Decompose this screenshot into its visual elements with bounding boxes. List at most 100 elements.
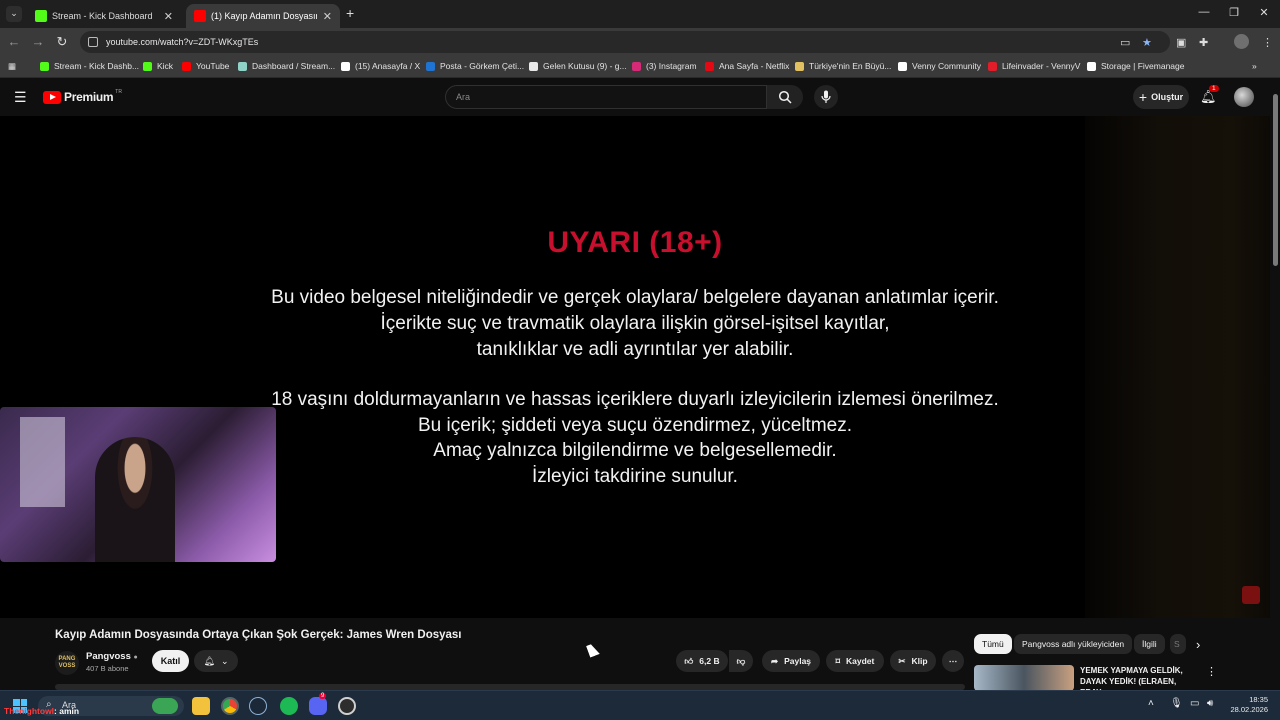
channel-name[interactable]: Pangvoss ● bbox=[86, 651, 138, 662]
share-button[interactable]: ➦ Paylaş bbox=[762, 650, 820, 672]
bookmark-item[interactable]: Ana Sayfa - Netflix bbox=[705, 61, 789, 71]
chrome-icon[interactable] bbox=[221, 697, 239, 715]
tray-chevron-icon[interactable]: ˄ bbox=[1148, 698, 1154, 709]
search-button[interactable] bbox=[767, 85, 803, 109]
bookmark-item[interactable]: YouTube bbox=[182, 61, 229, 71]
chip-more[interactable]: S bbox=[1170, 634, 1186, 654]
save-button[interactable]: ⌑ Kaydet bbox=[826, 650, 884, 672]
bookmark-item[interactable]: (15) Anasayfa / X bbox=[341, 61, 420, 71]
page-scrollbar[interactable] bbox=[1270, 78, 1280, 690]
site-info-icon[interactable] bbox=[88, 37, 98, 47]
weather-widget-icon[interactable] bbox=[152, 698, 178, 714]
tray-mic-icon[interactable]: 🎙︎ bbox=[1170, 698, 1183, 709]
search-input[interactable]: Ara bbox=[445, 85, 767, 109]
tab-kick-dashboard[interactable]: Stream - Kick Dashboard ✕ bbox=[27, 4, 181, 28]
chevron-right-icon[interactable]: › bbox=[1196, 637, 1200, 652]
bookmark-item[interactable]: Storage | Fivemanage bbox=[1087, 61, 1184, 71]
scrollbar-thumb[interactable] bbox=[1273, 94, 1278, 266]
channel-watermark-icon[interactable] bbox=[1242, 586, 1260, 604]
steam-icon[interactable] bbox=[249, 697, 267, 715]
clip-label: Klip bbox=[911, 656, 928, 666]
apps-grid-icon[interactable]: ▦ bbox=[8, 61, 16, 72]
bookmark-item[interactable]: Posta - Görkem Çeti... bbox=[426, 61, 524, 71]
youtube-icon bbox=[194, 10, 206, 22]
more-bookmarks-icon[interactable]: » bbox=[1252, 61, 1257, 71]
chevron-down-icon: ⌄ bbox=[220, 655, 229, 666]
recommended-video-thumbnail[interactable] bbox=[974, 665, 1074, 691]
chip-all[interactable]: Tümü bbox=[974, 634, 1012, 654]
bookmark-item[interactable]: Türkiye'nin En Büyü... bbox=[795, 61, 891, 71]
bookmark-item[interactable]: Lifeinvader - VennyV bbox=[988, 61, 1080, 71]
bookmark-item[interactable]: (3) Instagram bbox=[632, 61, 697, 71]
new-tab-button[interactable]: + bbox=[346, 5, 354, 21]
reload-icon[interactable]: ↻ bbox=[54, 34, 70, 50]
bookmark-item[interactable]: Dashboard / Stream... bbox=[238, 61, 335, 71]
address-bar[interactable]: youtube.com/watch?v=ZDT-WKxgTEs bbox=[80, 31, 1170, 53]
account-avatar[interactable] bbox=[1234, 87, 1254, 107]
extensions-puzzle-icon[interactable]: ✚ bbox=[1199, 36, 1208, 49]
bookmark-label: Stream - Kick Dashb... bbox=[54, 61, 140, 71]
clock-date: 28.02.2026 bbox=[1230, 705, 1268, 714]
tab-youtube-video[interactable]: (1) Kayıp Adamın Dosyasında O ✕ bbox=[186, 4, 340, 28]
minimize-icon[interactable]: — bbox=[1194, 6, 1214, 18]
mouse-cursor-icon bbox=[586, 642, 600, 658]
tray-display-icon[interactable]: ▭ bbox=[1190, 698, 1199, 709]
channel-avatar[interactable]: PANG VOSS bbox=[55, 651, 79, 675]
recommended-menu-icon[interactable]: ⋮ bbox=[1206, 665, 1217, 678]
extension-icon[interactable]: ▣ bbox=[1176, 36, 1186, 49]
bookmark-item[interactable]: Kick bbox=[143, 61, 173, 71]
forward-icon[interactable]: → bbox=[30, 34, 46, 49]
share-label: Paylaş bbox=[784, 656, 812, 666]
back-icon[interactable]: ← bbox=[6, 34, 22, 49]
discord-icon[interactable]: 9 bbox=[309, 693, 327, 715]
voice-search-button[interactable] bbox=[814, 85, 838, 109]
bell-icon: 🔔︎ bbox=[203, 655, 215, 666]
join-button[interactable]: Katıl bbox=[152, 650, 189, 672]
warning-title: UYARI (18+) bbox=[547, 226, 723, 259]
browser-toolbar: ← → ↻ youtube.com/watch?v=ZDT-WKxgTEs ▭ … bbox=[0, 28, 1280, 56]
close-icon[interactable]: ✕ bbox=[323, 10, 332, 23]
dislike-button[interactable]: 👎︎ bbox=[729, 650, 753, 672]
chip-related[interactable]: İlgili bbox=[1134, 634, 1165, 654]
bookmark-label: Lifeinvader - VennyV bbox=[1002, 61, 1081, 71]
chip-from-uploader[interactable]: Pangvoss adlı yükleyiciden bbox=[1014, 634, 1133, 654]
spotify-icon[interactable] bbox=[280, 697, 298, 715]
bookmarks-bar: ▦ Stream - Kick Dashb... Kick YouTube Dashb… bbox=[0, 56, 1280, 78]
restore-icon[interactable]: ❐ bbox=[1224, 6, 1244, 19]
fivemanage-icon bbox=[1087, 61, 1096, 71]
kick-icon bbox=[143, 61, 152, 71]
close-icon[interactable]: ✕ bbox=[164, 10, 173, 23]
bookmark-label: Dashboard / Stream... bbox=[252, 61, 336, 71]
like-button[interactable]: 👍︎ 6,2 B bbox=[676, 650, 728, 672]
subscriber-count: 407 B abone bbox=[86, 664, 129, 673]
clip-button[interactable]: ✂ Klip bbox=[890, 650, 936, 672]
system-clock[interactable]: 18:35 28.02.2026 bbox=[1230, 695, 1268, 715]
obs-icon[interactable] bbox=[338, 697, 356, 715]
create-button[interactable]: + Oluştur bbox=[1133, 85, 1189, 109]
notifications-button[interactable]: 🔔︎ 1 bbox=[1200, 85, 1219, 106]
bookmark-star-icon[interactable]: ★ bbox=[1142, 36, 1152, 49]
bookmark-item[interactable]: Gelen Kutusu (9) - g... bbox=[529, 61, 627, 71]
menu-kebab-icon[interactable]: ⋮ bbox=[1262, 36, 1273, 49]
hamburger-menu-icon[interactable]: ☰ bbox=[14, 89, 27, 106]
close-window-icon[interactable]: ✕ bbox=[1254, 6, 1274, 19]
file-explorer-icon[interactable] bbox=[192, 697, 210, 715]
plus-icon: + bbox=[1138, 89, 1148, 105]
more-actions-button[interactable]: ⋯ bbox=[942, 650, 964, 672]
subscription-bell-button[interactable]: 🔔︎ ⌄ bbox=[194, 650, 238, 672]
profile-avatar[interactable] bbox=[1234, 34, 1249, 49]
search-icon bbox=[778, 90, 792, 104]
bookmark-item[interactable]: Stream - Kick Dashb... bbox=[40, 61, 139, 71]
youtube-logo[interactable]: Premium TR bbox=[43, 89, 122, 104]
bookmark-item[interactable]: Venny Community bbox=[898, 61, 981, 71]
channel-name-text: Pangvoss bbox=[86, 651, 131, 662]
install-app-icon[interactable]: ▭ bbox=[1120, 36, 1130, 49]
outlook-icon bbox=[426, 61, 435, 71]
logo-text: Premium bbox=[64, 90, 114, 104]
url-text: youtube.com/watch?v=ZDT-WKxgTEs bbox=[106, 37, 259, 47]
discord-badge: 9 bbox=[319, 693, 327, 699]
tab-search-button[interactable]: ⌄ bbox=[6, 6, 22, 22]
tab-title: Stream - Kick Dashboard bbox=[52, 11, 153, 21]
netflix-icon bbox=[705, 61, 714, 71]
tray-volume-icon[interactable]: 🔊︎ bbox=[1207, 698, 1213, 709]
